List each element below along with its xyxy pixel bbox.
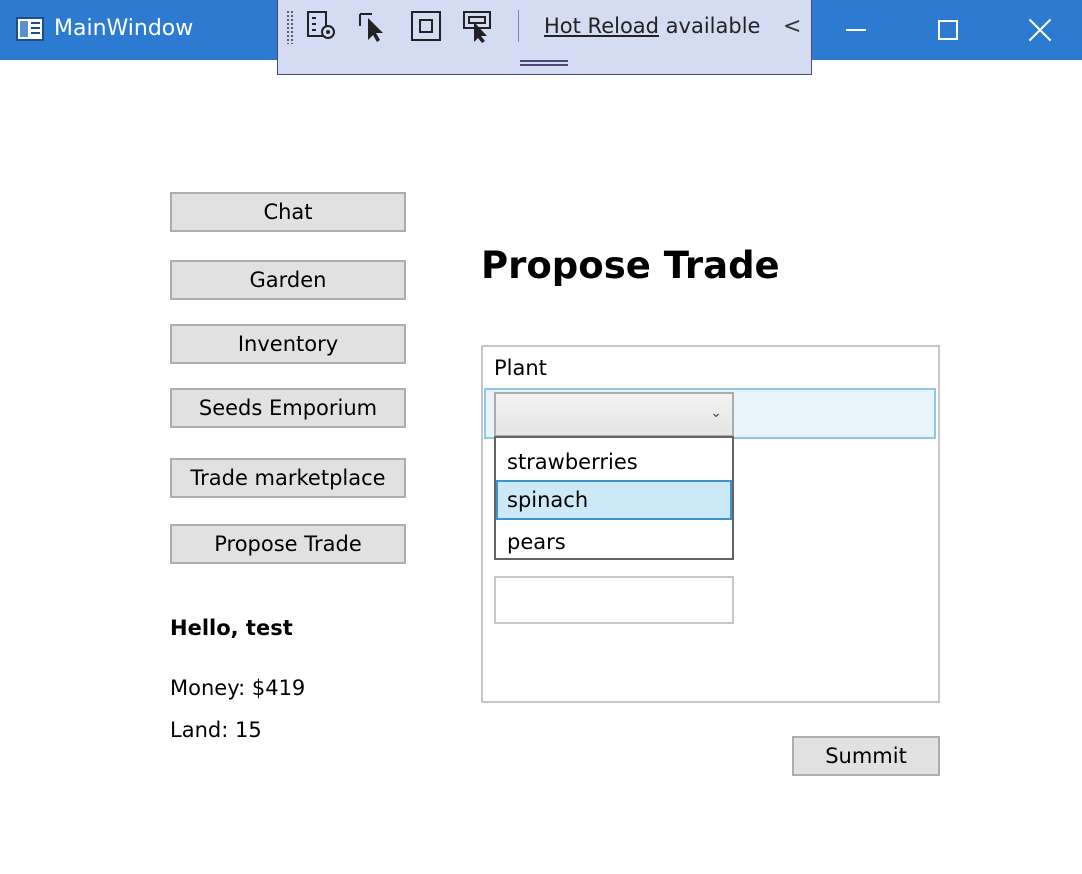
close-icon: [1028, 18, 1052, 42]
window-title: MainWindow: [54, 16, 194, 41]
app-icon: [16, 17, 44, 41]
inventory-button[interactable]: Inventory: [170, 324, 406, 364]
user-greeting: Hello, test: [170, 616, 293, 640]
display-layout-icon[interactable]: [408, 8, 444, 44]
price-input[interactable]: [494, 576, 734, 624]
collapse-toolbar-button[interactable]: <: [783, 14, 801, 39]
minimize-button[interactable]: [810, 0, 902, 60]
plant-label: Plant: [494, 356, 547, 380]
plant-combobox[interactable]: ⌄: [494, 392, 734, 437]
propose-trade-button[interactable]: Propose Trade: [170, 524, 406, 564]
plant-option[interactable]: pears: [496, 522, 732, 562]
money-label: Money: $419: [170, 676, 306, 700]
hot-reload-suffix: available: [659, 14, 761, 38]
plant-option-highlighted[interactable]: spinach: [496, 480, 732, 520]
select-element-icon[interactable]: [304, 8, 340, 44]
maximize-icon: [938, 20, 958, 40]
drag-handle[interactable]: [520, 60, 568, 66]
plant-option[interactable]: strawberries: [496, 442, 732, 482]
debug-toolbar: Hot Reload available <: [277, 0, 812, 75]
minimize-icon: [846, 29, 866, 31]
chat-button[interactable]: Chat: [170, 192, 406, 232]
land-label: Land: 15: [170, 718, 262, 742]
trade-marketplace-button[interactable]: Trade marketplace: [170, 458, 406, 498]
plant-dropdown-list: strawberries spinach pears: [494, 436, 734, 560]
hot-reload-link[interactable]: Hot Reload: [544, 14, 659, 38]
toolbar-separator: [518, 10, 519, 42]
close-button[interactable]: [994, 0, 1082, 60]
chevron-down-icon: ⌄: [710, 405, 722, 421]
pointer-icon[interactable]: [356, 8, 392, 44]
seeds-emporium-button[interactable]: Seeds Emporium: [170, 388, 406, 428]
toolbar-grip[interactable]: [286, 10, 294, 44]
page-title: Propose Trade: [481, 244, 780, 287]
hot-reload-status: Hot Reload available: [544, 14, 760, 38]
garden-button[interactable]: Garden: [170, 260, 406, 300]
submit-button[interactable]: Summit: [792, 736, 940, 776]
track-focus-icon[interactable]: [460, 8, 496, 44]
maximize-button[interactable]: [902, 0, 994, 60]
